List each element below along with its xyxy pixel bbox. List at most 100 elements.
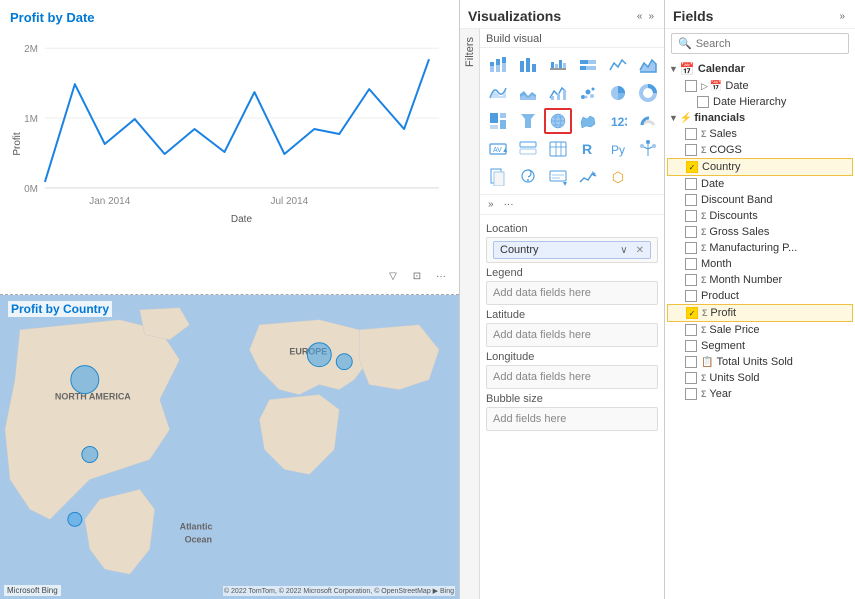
location-drop-zone[interactable]: Country ∨ ✕	[486, 237, 658, 263]
viz-more-label[interactable]: ···	[500, 197, 518, 212]
viz-more-icon[interactable]: »	[486, 197, 496, 212]
more-options-icon[interactable]: ···	[431, 266, 451, 286]
year-checkbox[interactable]	[685, 388, 697, 400]
bubble-europe2	[336, 354, 352, 370]
latitude-drop-zone[interactable]: Add data fields here	[486, 323, 658, 347]
country-chip-remove[interactable]: ✕	[636, 245, 644, 256]
viz-icon-scatter[interactable]	[574, 80, 602, 106]
field-item-gross-sales[interactable]: Σ Gross Sales	[665, 224, 855, 240]
viz-icon-paginated[interactable]	[484, 164, 512, 190]
field-item-mfg[interactable]: Σ Manufacturing P...	[665, 240, 855, 256]
viz-icon-100-bar[interactable]	[574, 52, 602, 78]
bubble-mexico	[68, 512, 82, 526]
viz-icon-custom[interactable]: ⬡	[604, 164, 632, 190]
viz-expand-right[interactable]: »	[646, 9, 656, 24]
viz-collapse-left[interactable]: «	[635, 9, 645, 24]
field-item-segment[interactable]: Segment	[665, 338, 855, 354]
product-checkbox[interactable]	[685, 290, 697, 302]
financials-warning-icon: ⚡	[680, 113, 692, 124]
cogs-type-icon: Σ	[701, 145, 706, 155]
viz-icon-smart-narr[interactable]	[544, 164, 572, 190]
field-item-cogs[interactable]: Σ COGS	[665, 142, 855, 158]
month-number-type-icon: Σ	[701, 275, 706, 285]
discount-band-checkbox[interactable]	[685, 194, 697, 206]
viz-icon-gauge[interactable]	[634, 108, 662, 134]
viz-icon-stacked-area[interactable]	[514, 80, 542, 106]
date-cal-icon: 📅	[710, 81, 722, 92]
map-area: Profit by Country NORTH AMERICA EUROPE	[0, 295, 459, 599]
month-checkbox[interactable]	[685, 258, 697, 270]
viz-icon-funnel[interactable]	[514, 108, 542, 134]
viz-icon-card[interactable]: AV▲	[484, 136, 512, 162]
viz-icon-donut[interactable]	[634, 80, 662, 106]
viz-icon-r[interactable]: R	[574, 136, 602, 162]
country-chip-arrow[interactable]: ∨	[620, 245, 627, 256]
viz-icon-line[interactable]	[604, 52, 632, 78]
legend-drop-zone[interactable]: Add data fields here	[486, 281, 658, 305]
viz-icon-bar[interactable]	[514, 52, 542, 78]
viz-icon-area[interactable]	[634, 52, 662, 78]
bubble-size-drop-zone[interactable]: Add fields here	[486, 407, 658, 431]
focus-mode-icon[interactable]: ⊡	[407, 266, 427, 286]
profit-checkbox[interactable]	[686, 307, 698, 319]
viz-icon-treemap[interactable]	[484, 108, 512, 134]
units-sold-checkbox[interactable]	[685, 372, 697, 384]
field-item-profit[interactable]: Σ Profit	[667, 304, 853, 322]
filters-tab[interactable]: Filters	[460, 29, 480, 599]
sales-checkbox[interactable]	[685, 128, 697, 140]
viz-icon-table[interactable]	[544, 136, 572, 162]
mfg-checkbox[interactable]	[685, 242, 697, 254]
date-fin-checkbox[interactable]	[685, 178, 697, 190]
country-checkbox[interactable]	[686, 161, 698, 173]
chart-container: 2M 1M 0M Profit Jan 2014 Jul 2014 Date	[10, 29, 449, 259]
svg-text:R: R	[582, 141, 592, 157]
viz-icon-kpi[interactable]	[574, 164, 602, 190]
country-chip[interactable]: Country ∨ ✕	[493, 241, 651, 259]
field-item-month-number[interactable]: Σ Month Number	[665, 272, 855, 288]
month-number-checkbox[interactable]	[685, 274, 697, 286]
calendar-group: ▼ 📅 Calendar ▷ 📅 Date Date Hierarchy	[665, 60, 855, 110]
viz-icon-decomp[interactable]	[634, 136, 662, 162]
cogs-checkbox[interactable]	[685, 144, 697, 156]
viz-icon-stacked-bar[interactable]	[484, 52, 512, 78]
gross-sales-checkbox[interactable]	[685, 226, 697, 238]
viz-icon-map[interactable]	[544, 108, 572, 134]
calendar-group-header[interactable]: ▼ 📅 Calendar	[665, 60, 855, 78]
financials-group-header[interactable]: ▼ ⚡ financials	[665, 110, 855, 126]
total-units-checkbox[interactable]	[685, 356, 697, 368]
viz-icon-clustered-bar[interactable]	[544, 52, 572, 78]
field-item-sale-price[interactable]: Σ Sale Price	[665, 322, 855, 338]
viz-icon-pie[interactable]	[604, 80, 632, 106]
field-item-sales[interactable]: Σ Sales	[665, 126, 855, 142]
field-item-date-cal[interactable]: ▷ 📅 Date	[665, 78, 855, 94]
viz-icon-line-clustered[interactable]	[544, 80, 572, 106]
field-item-product[interactable]: Product	[665, 288, 855, 304]
field-item-discount-band[interactable]: Discount Band	[665, 192, 855, 208]
sale-price-checkbox[interactable]	[685, 324, 697, 336]
date-hierarchy-checkbox[interactable]	[697, 96, 709, 108]
field-item-date-hierarchy[interactable]: Date Hierarchy	[665, 94, 855, 110]
fields-expand[interactable]: »	[837, 9, 847, 24]
field-item-units-sold[interactable]: Σ Units Sold	[665, 370, 855, 386]
date-cal-checkbox[interactable]	[685, 80, 697, 92]
field-item-year[interactable]: Σ Year	[665, 386, 855, 402]
longitude-drop-zone[interactable]: Add data fields here	[486, 365, 658, 389]
viz-icon-python[interactable]: Py	[604, 136, 632, 162]
viz-icon-numeric[interactable]: 123	[604, 108, 632, 134]
search-input[interactable]	[696, 38, 842, 50]
field-item-discounts[interactable]: Σ Discounts	[665, 208, 855, 224]
field-item-month[interactable]: Month	[665, 256, 855, 272]
sale-price-type-icon: Σ	[701, 325, 706, 335]
field-item-date-fin[interactable]: Date	[665, 176, 855, 192]
field-item-total-units[interactable]: 📋 Total Units Sold	[665, 354, 855, 370]
segment-checkbox[interactable]	[685, 340, 697, 352]
filter-icon[interactable]: ▽	[383, 266, 403, 286]
viz-icon-qa[interactable]	[514, 164, 542, 190]
discounts-checkbox[interactable]	[685, 210, 697, 222]
field-item-country[interactable]: Country	[667, 158, 853, 176]
viz-icon-multi-row-card[interactable]	[514, 136, 542, 162]
viz-icon-filled-map[interactable]	[574, 108, 602, 134]
fields-panel: Fields » 🔍 ▼ 📅 Calendar ▷ 📅 Date	[665, 0, 855, 599]
viz-icon-ribbon[interactable]	[484, 80, 512, 106]
svg-text:Py: Py	[611, 143, 625, 157]
